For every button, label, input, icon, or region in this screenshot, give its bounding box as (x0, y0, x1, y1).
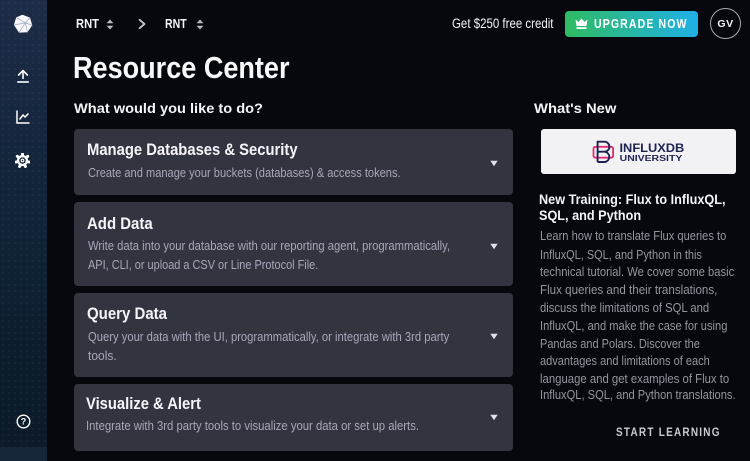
svg-text:?: ? (21, 417, 27, 427)
svg-text:INFLUXDB: INFLUXDB (620, 143, 685, 155)
svg-text:UNIVERSITY: UNIVERSITY (620, 154, 683, 163)
